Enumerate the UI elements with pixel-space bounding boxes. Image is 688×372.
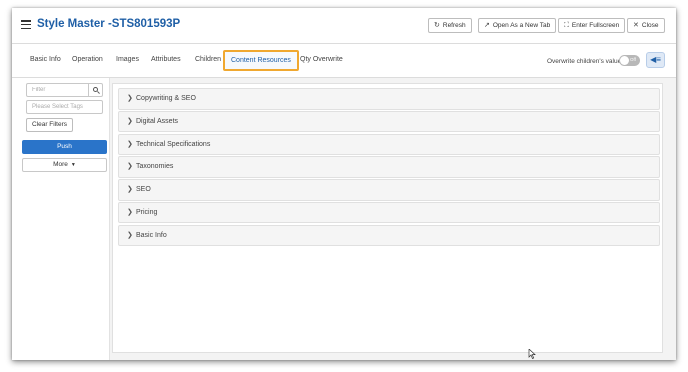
toggle-knob (620, 56, 629, 65)
section-label: Taxonomies (136, 163, 174, 171)
chevron-right-icon: ❯ (127, 163, 133, 171)
tab-basic-info[interactable]: Basic Info (30, 56, 61, 63)
section-pricing[interactable]: ❯ Pricing (118, 201, 660, 224)
section-seo[interactable]: ❯ SEO (118, 179, 660, 201)
section-taxonomies[interactable]: ❯ Taxonomies (118, 156, 660, 178)
refresh-button[interactable]: ↻ Refresh (428, 18, 472, 33)
refresh-label: Refresh (442, 22, 466, 29)
panel-toggle-icon: ◀≡ (650, 55, 661, 64)
section-label: Pricing (136, 208, 158, 216)
tab-attributes[interactable]: Attributes (151, 56, 181, 63)
more-label: More (53, 161, 68, 168)
chevron-right-icon: ❯ (127, 117, 133, 125)
more-button[interactable]: More ▼ (22, 158, 107, 172)
section-label: Technical Specifications (136, 140, 211, 148)
section-basic-info[interactable]: ❯ Basic Info (118, 224, 660, 247)
section-label: Copywriting & SEO (136, 95, 196, 102)
push-button[interactable]: Push (22, 140, 107, 154)
mouse-cursor-icon (528, 349, 536, 359)
tab-images[interactable]: Images (116, 56, 139, 63)
tab-bar: Basic Info Operation Images Attributes C… (12, 44, 676, 78)
caret-down-icon: ▼ (70, 162, 76, 168)
overwrite-children-label: Overwrite children's value (547, 58, 622, 65)
section-technical-specifications[interactable]: ❯ Technical Specifications (118, 133, 660, 156)
section-label: Digital Assets (136, 117, 179, 125)
close-icon: ✕ (633, 22, 639, 29)
refresh-icon: ↻ (434, 22, 440, 29)
section-digital-assets[interactable]: ❯ Digital Assets (118, 110, 660, 133)
fullscreen-icon: ⛶ (564, 22, 569, 29)
tab-operation[interactable]: Operation (72, 56, 103, 63)
section-label: SEO (136, 186, 151, 194)
tab-content-resources[interactable]: Content Resources (223, 50, 299, 71)
sidebar: Please Select Tags Clear Filters Push Mo… (12, 78, 110, 360)
sections-accordion: ❯ Copywriting & SEO ❯ Digital Assets ❯ T… (118, 88, 660, 248)
filter-field (26, 83, 103, 97)
close-button[interactable]: ✕ Close (627, 18, 665, 33)
external-link-icon: ↗ (484, 22, 490, 29)
section-copywriting-seo[interactable]: ❯ Copywriting & SEO (118, 88, 660, 110)
chevron-right-icon: ❯ (127, 140, 133, 148)
search-button[interactable] (88, 84, 102, 96)
title-bar: Style Master -STS801593P ↻ Refresh ↗ Open … (12, 8, 676, 44)
chevron-right-icon: ❯ (127, 186, 133, 194)
style-master-window: Style Master -STS801593P ↻ Refresh ↗ Open … (12, 8, 676, 360)
overwrite-children-toggle[interactable]: Off (619, 55, 640, 66)
page-title: Style Master -STS801593P (37, 18, 181, 30)
tab-qty-overwrite[interactable]: Qty Overwrite (300, 56, 343, 63)
fullscreen-label: Enter Fullscreen (571, 22, 620, 29)
filter-input[interactable] (27, 84, 89, 96)
toggle-state-text: Off (630, 56, 636, 62)
open-new-tab-button[interactable]: ↗ Open As a New Tab (478, 18, 557, 33)
fullscreen-button[interactable]: ⛶ Enter Fullscreen (558, 18, 626, 33)
chevron-right-icon: ❯ (127, 95, 133, 102)
section-label: Basic Info (136, 231, 167, 239)
tags-select[interactable]: Please Select Tags (26, 100, 103, 114)
clear-filters-button[interactable]: Clear Filters (26, 118, 73, 132)
content-area: Please Select Tags Clear Filters Push Mo… (12, 78, 676, 360)
close-label: Close (641, 22, 659, 29)
chevron-right-icon: ❯ (127, 231, 133, 239)
tab-children[interactable]: Children (195, 56, 221, 63)
panel-toggle-button[interactable]: ◀≡ (646, 52, 665, 68)
hamburger-icon[interactable] (21, 20, 31, 30)
open-new-tab-label: Open As a New Tab (492, 22, 551, 29)
chevron-right-icon: ❯ (127, 208, 133, 216)
content-resources-panel: ❯ Copywriting & SEO ❯ Digital Assets ❯ T… (112, 83, 663, 353)
